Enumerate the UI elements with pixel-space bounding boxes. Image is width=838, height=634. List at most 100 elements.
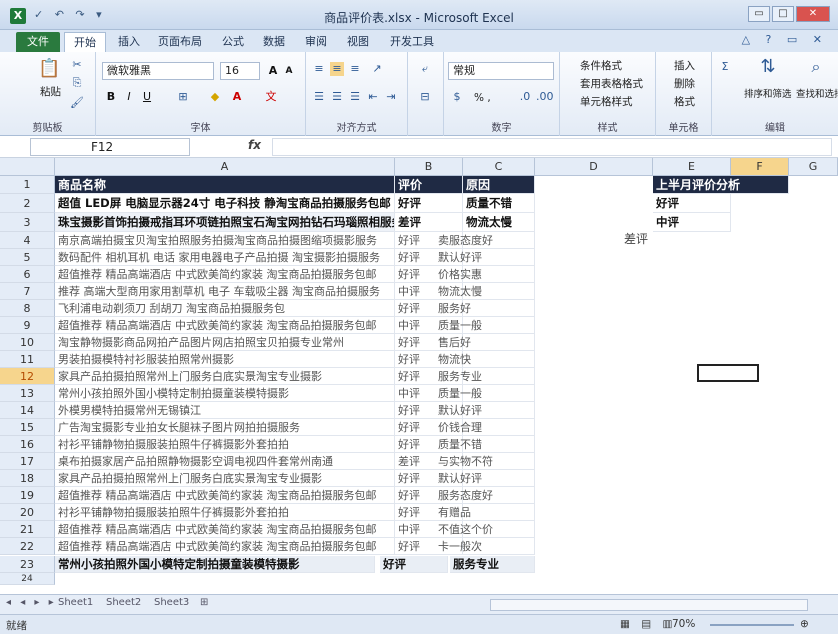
row-header[interactable]: 19 xyxy=(0,487,55,504)
cell-reason[interactable]: 不值这个价 xyxy=(435,521,535,538)
row-header[interactable]: 9 xyxy=(0,317,55,334)
row-header[interactable]: 13 xyxy=(0,385,55,402)
cell-rating[interactable]: 好评 xyxy=(380,556,448,573)
column-header-f[interactable]: F xyxy=(731,158,789,176)
number-format-select[interactable]: 常规 xyxy=(448,62,554,80)
wrap-text-icon[interactable]: ⤶ xyxy=(418,62,432,76)
sheet-tab-2[interactable]: Sheet2 xyxy=(106,597,141,608)
cell-reason[interactable]: 质量不错 xyxy=(463,194,535,213)
font-name-select[interactable]: 微软雅黑 xyxy=(102,62,214,80)
italic-icon[interactable]: I xyxy=(122,90,136,104)
format-painter-icon[interactable]: 🖌 xyxy=(70,96,84,110)
cell-reason[interactable]: 服务好 xyxy=(435,300,535,317)
cell-product[interactable]: 超值推荐 精品高端酒店 中式欧美简约家装 淘宝商品拍摄服务包邮 xyxy=(55,538,395,555)
active-cell-selection[interactable] xyxy=(697,364,759,382)
tab-data[interactable]: 数据 xyxy=(263,32,285,52)
decrease-indent-icon[interactable]: ⇤ xyxy=(366,90,380,104)
column-header-a[interactable]: A xyxy=(55,158,395,176)
sheet-tab-1[interactable]: Sheet1 xyxy=(58,597,93,608)
align-top-icon[interactable]: ≡ xyxy=(312,62,326,76)
cell-product[interactable]: 淘宝静物摄影商品网拍产品图片网店拍照宝贝拍摄专业常州 xyxy=(55,334,395,351)
insert-function-icon[interactable]: fx xyxy=(248,138,261,152)
cell-rating[interactable]: 差评 xyxy=(395,213,463,232)
cell-product[interactable]: 超值 LED屏 电脑显示器24寸 电子科技 静淘宝商品拍摄服务包邮 xyxy=(55,194,395,213)
column-header-d[interactable]: D xyxy=(535,158,653,176)
cell-reason[interactable]: 默认好评 xyxy=(435,470,535,487)
column-header-e[interactable]: E xyxy=(653,158,731,176)
cell-reason[interactable]: 与实物不符 xyxy=(435,453,535,470)
row-header[interactable]: 12 xyxy=(0,368,55,385)
cell-styles-button[interactable]: 单元格样式 xyxy=(580,94,633,109)
row-header[interactable]: 18 xyxy=(0,470,55,487)
decrease-decimal-icon[interactable]: .00 xyxy=(536,90,554,104)
delete-cells-button[interactable]: 删除 xyxy=(674,76,695,91)
increase-decimal-icon[interactable]: .0 xyxy=(518,90,532,104)
cell-reason[interactable]: 物流快 xyxy=(435,351,535,368)
cell-reason[interactable]: 价格实惠 xyxy=(435,266,535,283)
zoom-slider[interactable] xyxy=(710,624,794,626)
fill-color-icon[interactable]: ◆ xyxy=(208,90,222,104)
sheet-nav-arrows-icon[interactable]: ◂ ◂ ▸ ▸ xyxy=(6,597,57,608)
cell-reason[interactable]: 服务态度好 xyxy=(435,487,535,504)
cell-reason[interactable]: 质量不错 xyxy=(435,436,535,453)
row-header[interactable]: 20 xyxy=(0,504,55,521)
sort-filter-button[interactable]: 排序和筛选 xyxy=(744,86,792,100)
cell-product[interactable]: 广告淘宝摄影专业拍女长腿袜子图片网拍拍摄服务 xyxy=(55,419,395,436)
row-header[interactable]: 14 xyxy=(0,402,55,419)
align-right-icon[interactable]: ☰ xyxy=(348,90,362,104)
analysis-title[interactable]: 上半月评价分析 xyxy=(653,176,789,194)
new-sheet-icon[interactable]: ⊞ xyxy=(200,597,208,608)
row-header[interactable]: 17 xyxy=(0,453,55,470)
tab-insert[interactable]: 插入 xyxy=(118,32,140,52)
zoom-level[interactable]: 70% xyxy=(672,618,695,630)
cell-product[interactable]: 超值推荐 精品高端酒店 中式欧美简约家装 淘宝商品拍摄服务包邮 xyxy=(55,521,395,538)
row-header[interactable]: 6 xyxy=(0,266,55,283)
header-reason[interactable]: 原因 xyxy=(463,176,535,194)
find-select-icon[interactable]: ⌕ xyxy=(806,59,826,80)
row-header[interactable]: 16 xyxy=(0,436,55,453)
insert-cells-button[interactable]: 插入 xyxy=(674,58,695,73)
format-cells-button[interactable]: 格式 xyxy=(674,94,695,109)
row-header[interactable]: 15 xyxy=(0,419,55,436)
sort-filter-icon[interactable]: ⇅ xyxy=(758,58,778,80)
row-header[interactable]: 7 xyxy=(0,283,55,300)
row-header[interactable]: 24 xyxy=(0,573,55,585)
cell-product[interactable]: 外模男模特拍摄常州无锡镇江 xyxy=(55,402,395,419)
cell-product[interactable]: 飞利浦电动剃须刀 刮胡刀 淘宝商品拍摄服务包 xyxy=(55,300,395,317)
cell-reason[interactable]: 物流太慢 xyxy=(435,283,535,300)
cell-product[interactable]: 珠宝摄影首饰拍摄戒指耳环项链拍照宝石淘宝网拍钻石玛瑙照相服务 xyxy=(55,213,395,232)
font-color-icon[interactable]: A xyxy=(230,90,244,104)
paste-button[interactable]: 粘贴 xyxy=(40,84,61,99)
select-all-corner[interactable] xyxy=(0,158,55,176)
analysis-label[interactable]: 好评 xyxy=(653,194,731,213)
row-header[interactable]: 21 xyxy=(0,521,55,538)
cell-product[interactable]: 衬衫平铺静物拍摄服装拍照牛仔裤摄影外套拍拍 xyxy=(55,504,395,521)
column-header-g[interactable]: G xyxy=(789,158,838,176)
format-as-table-button[interactable]: 套用表格格式 xyxy=(580,76,643,91)
cell-reason[interactable]: 物流太慢 xyxy=(463,213,535,232)
formula-input[interactable] xyxy=(272,138,832,156)
merge-center-icon[interactable]: ⊟ xyxy=(418,90,432,104)
row-header[interactable]: 22 xyxy=(0,538,55,555)
border-icon[interactable]: ⊞ xyxy=(176,90,190,104)
shrink-font-icon[interactable]: A xyxy=(282,64,296,78)
cell-reason[interactable]: 有赠品 xyxy=(435,504,535,521)
tab-page-layout[interactable]: 页面布局 xyxy=(158,32,202,52)
header-product-name[interactable]: 商品名称 xyxy=(55,176,395,194)
cell-product[interactable]: 衬衫平铺静物拍摄服装拍照牛仔裤摄影外套拍拍 xyxy=(55,436,395,453)
row-header[interactable]: 3 xyxy=(0,213,55,232)
cell-product[interactable]: 桌布拍摄家居产品拍照静物摄影空调电视四件套常州南通 xyxy=(55,453,395,470)
tab-file[interactable]: 文件 xyxy=(16,32,60,52)
cell-product[interactable]: 家具产品拍摄拍照常州上门服务白底实景淘宝专业摄影 xyxy=(55,470,395,487)
copy-icon[interactable]: ⎘ xyxy=(70,76,84,90)
cell-reason[interactable]: 卖服态度好 xyxy=(435,232,535,249)
bold-icon[interactable]: B xyxy=(104,90,118,104)
conditional-format-button[interactable]: 条件格式 xyxy=(580,58,622,73)
horizontal-scrollbar[interactable] xyxy=(490,599,808,611)
cut-icon[interactable]: ✂ xyxy=(70,58,84,72)
row-header[interactable]: 4 xyxy=(0,232,55,249)
cell-product[interactable]: 超值推荐 精品高端酒店 中式欧美简约家装 淘宝商品拍摄服务包邮 xyxy=(55,487,395,504)
row-header[interactable]: 5 xyxy=(0,249,55,266)
cell-reason[interactable]: 卡一般次 xyxy=(435,538,535,555)
align-bottom-icon[interactable]: ≡ xyxy=(348,62,362,76)
